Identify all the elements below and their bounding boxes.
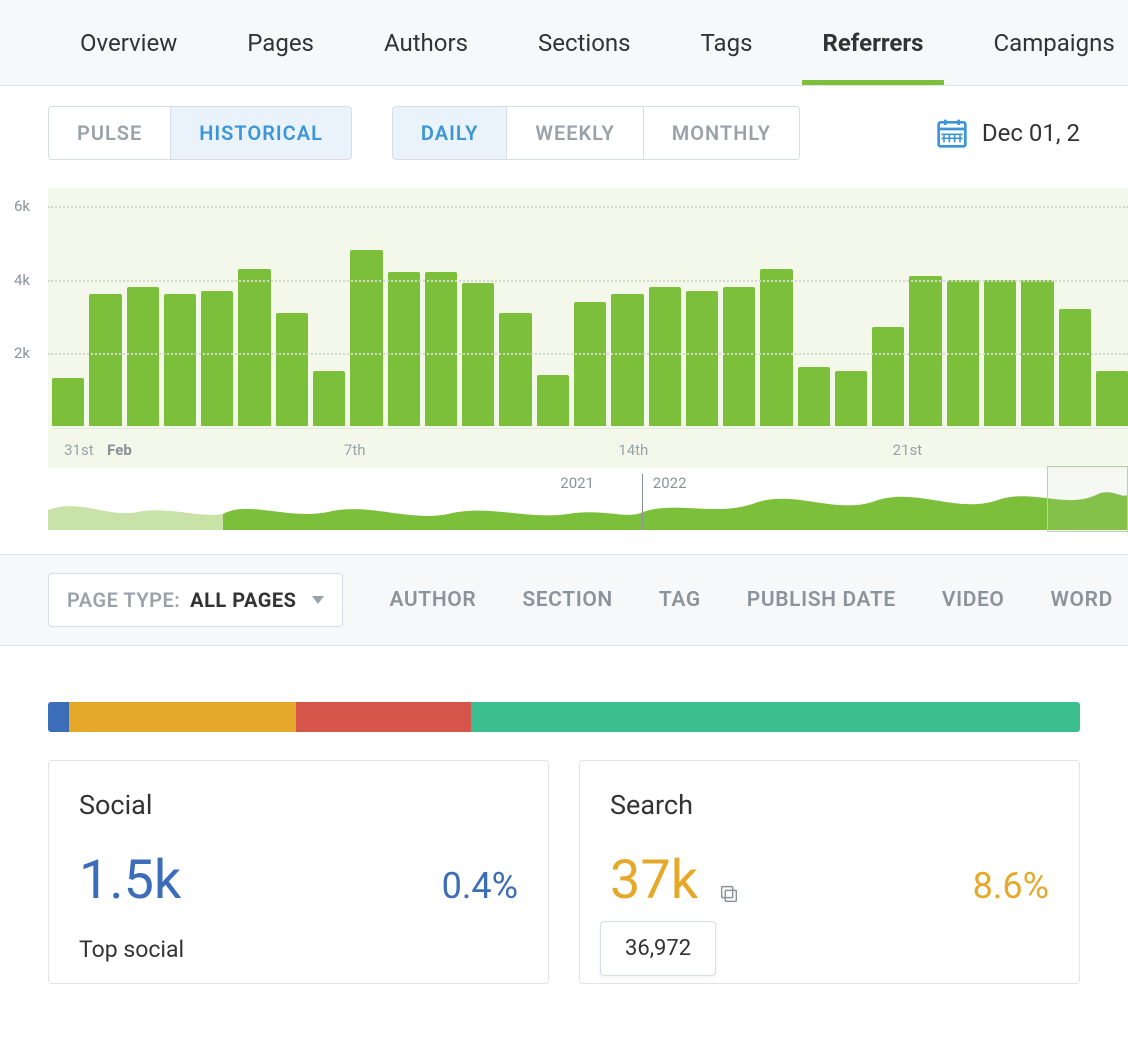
mode-historical[interactable]: HISTORICAL xyxy=(171,107,351,159)
tooltip-text: 36,972 xyxy=(625,936,691,961)
controls-row: PULSEHISTORICAL DAILYWEEKLYMONTHLY Dec 0… xyxy=(0,86,1128,180)
bar[interactable] xyxy=(313,371,345,426)
bar[interactable] xyxy=(276,313,308,427)
spark-year-right: 2022 xyxy=(653,474,687,492)
spark-selection[interactable] xyxy=(1047,466,1128,532)
bar[interactable] xyxy=(52,378,84,426)
nav-item-tags[interactable]: Tags xyxy=(701,0,753,86)
dist-seg-search[interactable] xyxy=(69,702,296,732)
interval-weekly[interactable]: WEEKLY xyxy=(507,107,643,159)
dist-seg-social[interactable] xyxy=(48,702,69,732)
bar[interactable] xyxy=(723,287,755,426)
interval-monthly[interactable]: MONTHLY xyxy=(644,107,799,159)
overview-sparkline[interactable]: 2021 2022 xyxy=(48,470,1128,530)
chevron-down-icon xyxy=(312,596,324,604)
gridline xyxy=(48,206,1128,208)
cards-row: Social 1.5k 0.4% Top social Search 37k 8… xyxy=(0,732,1128,984)
chart-bars xyxy=(52,188,1128,426)
bar[interactable] xyxy=(909,276,941,426)
y-tick: 2k xyxy=(14,344,30,362)
card-title: Social xyxy=(79,789,518,821)
bar[interactable] xyxy=(649,287,681,426)
filter-video[interactable]: VIDEO xyxy=(942,588,1005,612)
nav-item-referrers[interactable]: Referrers xyxy=(822,0,923,86)
bar[interactable] xyxy=(760,269,792,426)
search-card[interactable]: Search 37k 8.6% To 36,972 xyxy=(579,760,1080,984)
filter-word[interactable]: WORD xyxy=(1051,588,1113,612)
bar[interactable] xyxy=(798,367,830,426)
gridline xyxy=(48,353,1128,355)
filter-section[interactable]: SECTION xyxy=(522,588,613,612)
social-sub: Top social xyxy=(79,936,518,963)
y-tick: 4k xyxy=(14,271,30,289)
nav-item-campaigns[interactable]: Campaigns xyxy=(994,0,1115,86)
page-type-dropdown[interactable]: PAGE TYPE: ALL PAGES xyxy=(48,573,343,627)
x-axis: 31st Feb 7th 14th 21st xyxy=(52,428,1128,468)
mode-toggle: PULSEHISTORICAL xyxy=(48,106,352,160)
interval-daily[interactable]: DAILY xyxy=(393,107,508,159)
date-label: Dec 01, 2 xyxy=(982,119,1080,147)
bar[interactable] xyxy=(574,302,606,426)
bar[interactable] xyxy=(164,294,196,426)
filter-list: AUTHOR SECTION TAG PUBLISH DATE VIDEO WORD xyxy=(389,588,1112,612)
x-tick: Feb xyxy=(107,441,132,459)
bar[interactable] xyxy=(127,287,159,426)
card-title: Search xyxy=(610,789,1049,821)
social-value: 1.5k xyxy=(79,849,181,912)
nav-item-authors[interactable]: Authors xyxy=(384,0,468,86)
x-tick: 31st xyxy=(64,441,94,459)
bar[interactable] xyxy=(201,291,233,426)
nav-item-overview[interactable]: Overview xyxy=(80,0,177,86)
copy-icon[interactable] xyxy=(718,883,740,905)
bar[interactable] xyxy=(238,269,270,426)
bar[interactable] xyxy=(611,294,643,426)
y-axis: 2k 4k 6k xyxy=(14,188,44,468)
filters-bar: PAGE TYPE: ALL PAGES AUTHOR SECTION TAG PUB… xyxy=(0,554,1128,646)
dist-seg-internal[interactable] xyxy=(471,702,1080,732)
filter-publish-date[interactable]: PUBLISH DATE xyxy=(747,588,896,612)
bar[interactable] xyxy=(835,371,867,426)
spark-year-left: 2021 xyxy=(560,474,602,492)
page-type-label: PAGE TYPE: xyxy=(67,588,180,612)
date-picker[interactable]: Dec 01, 2 xyxy=(936,117,1080,149)
bar[interactable] xyxy=(537,375,569,426)
bar[interactable] xyxy=(388,272,420,426)
bar[interactable] xyxy=(350,250,382,426)
search-pct: 8.6% xyxy=(973,865,1049,907)
gridline xyxy=(48,280,1128,282)
spark-divider xyxy=(642,474,643,530)
x-tick: 21st xyxy=(893,441,923,459)
bar[interactable] xyxy=(872,327,904,426)
referrer-distribution-bar xyxy=(48,702,1080,732)
mode-pulse[interactable]: PULSE xyxy=(49,107,171,159)
bar[interactable] xyxy=(499,313,531,427)
tooltip: 36,972 xyxy=(600,921,716,976)
bar[interactable] xyxy=(686,291,718,426)
calendar-icon xyxy=(936,117,968,149)
interval-toggle: DAILYWEEKLYMONTHLY xyxy=(392,106,800,160)
social-card[interactable]: Social 1.5k 0.4% Top social xyxy=(48,760,549,984)
top-nav: Overview Pages Authors Sections Tags Referrer… xyxy=(0,0,1128,86)
bar[interactable] xyxy=(89,294,121,426)
nav-item-pages[interactable]: Pages xyxy=(247,0,314,86)
search-value: 37k xyxy=(610,849,698,912)
filter-tag[interactable]: TAG xyxy=(659,588,701,612)
x-tick: 14th xyxy=(618,441,648,459)
nav-item-sections[interactable]: Sections xyxy=(538,0,631,86)
dist-seg-other[interactable] xyxy=(296,702,471,732)
filter-author[interactable]: AUTHOR xyxy=(389,588,476,612)
x-tick: 7th xyxy=(344,441,366,459)
bar[interactable] xyxy=(425,272,457,426)
bar[interactable] xyxy=(1096,371,1128,426)
bar-chart: 2k 4k 6k 31st Feb 7th 14th 21st 2021 2022 xyxy=(0,180,1128,530)
bar[interactable] xyxy=(1059,309,1091,426)
page-type-value: ALL PAGES xyxy=(190,588,296,612)
y-tick: 6k xyxy=(14,197,30,215)
social-pct: 0.4% xyxy=(442,865,518,907)
